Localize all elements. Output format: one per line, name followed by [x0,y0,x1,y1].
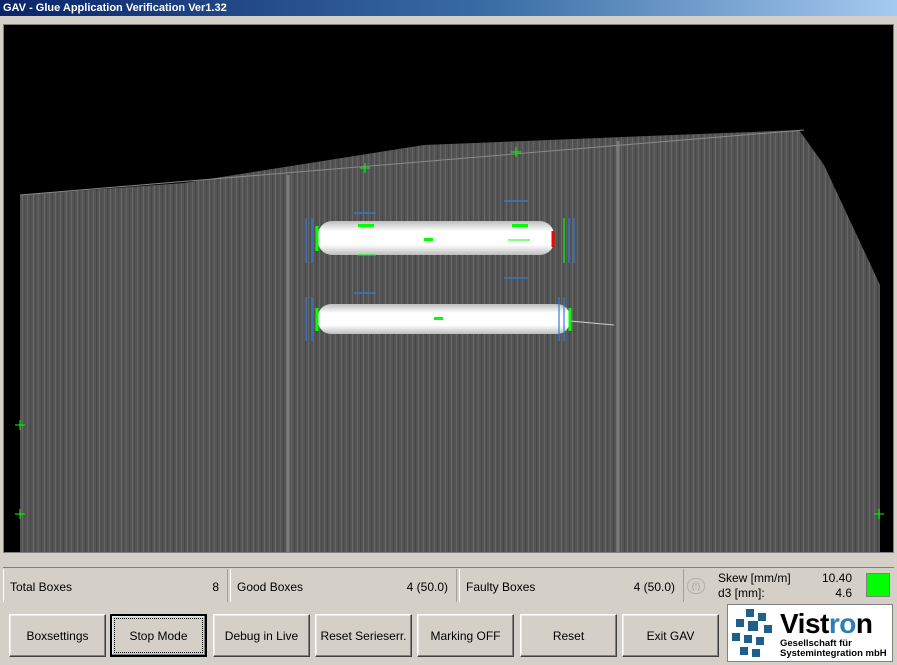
skew-readout: Skew [mm/m] 10.40 d3 [mm]: 4.6 [718,571,858,600]
warning-indicator-icon: (!) [687,578,705,594]
reset-serieserr-button[interactable]: Reset Serieserr. [315,614,412,657]
skew-value: 10.40 [821,571,852,585]
good-boxes-cell: Good Boxes 4 (50.0) [230,569,457,602]
reset-button[interactable]: Reset [520,614,617,657]
boxsettings-button[interactable]: Boxsettings [9,614,106,657]
logo-subtitle: Gesellschaft für Systemintegration mbH [780,638,887,659]
stop-mode-button[interactable]: Stop Mode [110,614,207,657]
exit-gav-button[interactable]: Exit GAV [622,614,719,657]
good-boxes-value: 4 (50.0) [406,580,448,594]
window-title: GAV - Glue Application Verification Ver1… [0,0,897,16]
faulty-boxes-value: 4 (50.0) [633,580,675,594]
logo-wordmark: Vistron [780,608,873,639]
vistron-logo: Vistron Gesellschaft für Systemintegrati… [727,604,893,662]
glue-bead-2 [318,304,570,334]
total-boxes-value: 8 [212,580,219,594]
camera-view [3,24,894,553]
faulty-boxes-label: Faulty Boxes [466,580,536,594]
d3-value: 4.6 [835,586,852,600]
vistron-mark-icon [732,609,772,657]
marking-off-button[interactable]: Marking OFF [417,614,514,657]
skew-label: Skew [mm/m] [718,571,791,585]
total-boxes-label: Total Boxes [10,580,73,594]
faulty-boxes-cell: Faulty Boxes 4 (50.0) [459,569,684,602]
debug-in-live-button[interactable]: Debug in Live [213,614,310,657]
total-boxes-cell: Total Boxes 8 [3,569,228,602]
status-bar: Total Boxes 8 Good Boxes 4 (50.0) Faulty… [3,567,894,602]
status-ok-indicator [866,573,890,597]
camera-image [15,129,884,552]
good-boxes-label: Good Boxes [237,580,304,594]
d3-label: d3 [mm]: [718,586,765,600]
